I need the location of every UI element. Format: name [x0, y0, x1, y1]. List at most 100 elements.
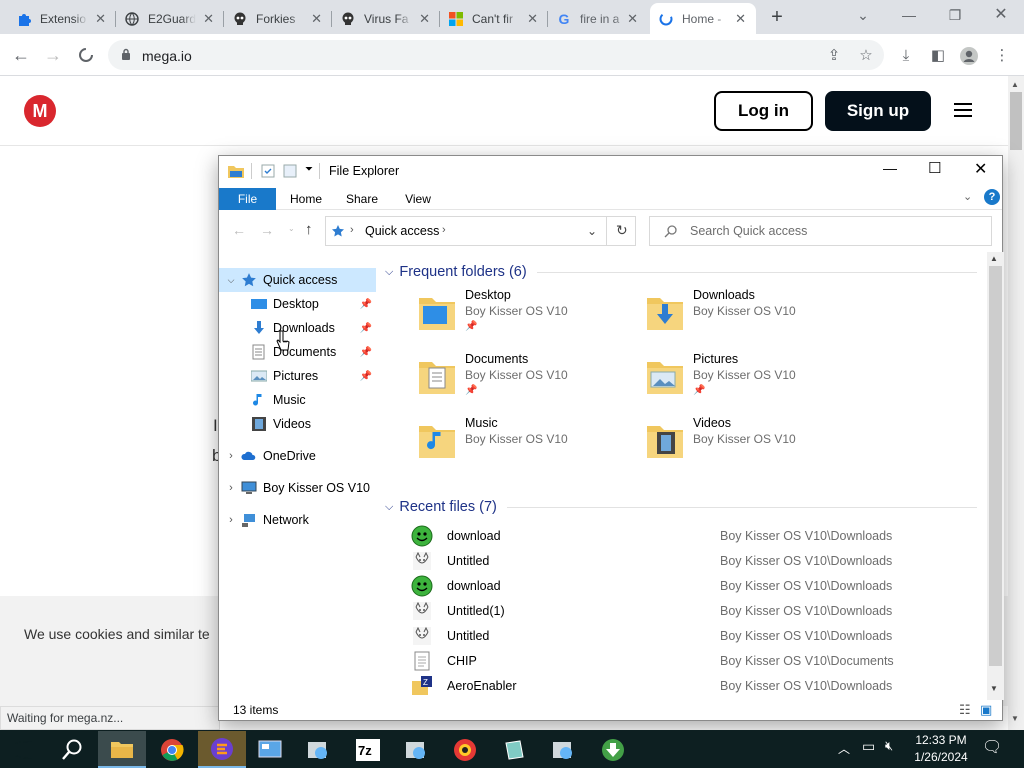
nav-music[interactable]: Music	[219, 388, 376, 412]
minimize-button[interactable]: —	[894, 4, 924, 28]
scroll-down-arrow[interactable]: ▼	[1011, 714, 1019, 723]
back-arrow-icon[interactable]: ←	[232, 222, 246, 238]
share-icon[interactable]: ⇪	[823, 45, 845, 67]
folder-tile-videos[interactable]: Videos Boy Kisser OS V10	[645, 416, 855, 476]
show-hidden-icons-icon[interactable]: ︿	[838, 740, 850, 757]
content-scroll-up-arrow[interactable]: ▲	[990, 254, 998, 263]
mega-logo[interactable]: M	[24, 95, 56, 127]
login-button[interactable]: Log in	[714, 91, 813, 131]
search-icon[interactable]	[48, 731, 96, 768]
nav-pictures[interactable]: Pictures 📌	[219, 364, 376, 388]
recent-file-row[interactable]: Untitled Boy Kisser OS V10\Downloads	[409, 549, 979, 574]
help-icon[interactable]: ?	[984, 189, 1000, 205]
nav-videos[interactable]: Videos	[219, 412, 376, 436]
folder-tile-desktop[interactable]: Desktop Boy Kisser OS V10 📌	[417, 288, 627, 348]
taskbar-clock[interactable]: 12:33 PM 1/26/2024	[906, 732, 976, 766]
folder-tile-downloads[interactable]: Downloads Boy Kisser OS V10	[645, 288, 855, 348]
ribbon-tab-file[interactable]: File	[219, 188, 276, 210]
nav-onedrive[interactable]: › OneDrive	[219, 444, 376, 468]
taskbar-downloader[interactable]	[589, 731, 637, 768]
lock-icon[interactable]	[121, 48, 131, 60]
nav-documents[interactable]: Documents 📌	[219, 340, 376, 364]
folder-tile-music[interactable]: Music Boy Kisser OS V10	[417, 416, 627, 476]
notification-center-icon[interactable]: 🗨︎	[982, 737, 1002, 757]
recent-file-row[interactable]: download Boy Kisser OS V10\Downloads	[409, 574, 979, 599]
scroll-up-arrow[interactable]: ▲	[1011, 80, 1019, 89]
hamburger-menu-icon[interactable]	[954, 103, 972, 117]
folder-tile-documents[interactable]: Documents Boy Kisser OS V10 📌	[417, 352, 627, 412]
bookmark-star-icon[interactable]: ☆	[855, 45, 877, 67]
profile-avatar[interactable]	[958, 45, 980, 67]
page-scrollbar-thumb[interactable]	[1010, 92, 1022, 150]
restore-button[interactable]: ❐	[940, 4, 970, 28]
new-tab-button[interactable]: +	[766, 6, 788, 28]
nav-this-pc[interactable]: › Boy Kisser OS V10	[219, 476, 376, 500]
close-tab-icon[interactable]: ✕	[527, 12, 538, 25]
breadcrumb-chevron-icon[interactable]: ›	[350, 224, 354, 236]
file-explorer-window[interactable]: ⏷ File Explorer — ☐ ✕ File Home Share Vi…	[218, 155, 1004, 721]
page-scrollbar[interactable]	[1008, 76, 1024, 730]
folder-tile-pictures[interactable]: Pictures Boy Kisser OS V10 📌	[645, 352, 855, 412]
close-tab-icon[interactable]: ✕	[95, 12, 106, 25]
tab-extensions[interactable]: Extensio ✕	[8, 3, 116, 34]
breadcrumb-chevron-icon[interactable]: ›	[442, 224, 446, 236]
nav-downloads[interactable]: Downloads 📌	[219, 316, 376, 340]
taskbar-chrome[interactable]	[148, 731, 196, 768]
nav-desktop[interactable]: Desktop 📌	[219, 292, 376, 316]
close-window-button[interactable]: ✕	[986, 4, 1016, 28]
explorer-search-box[interactable]: Search Quick access	[649, 216, 992, 246]
forward-arrow-icon[interactable]: →	[260, 222, 274, 238]
close-tab-icon[interactable]: ✕	[203, 12, 214, 25]
address-bar[interactable]	[108, 40, 884, 70]
taskbar-app-orb[interactable]	[441, 731, 489, 768]
taskbar-file-explorer[interactable]	[98, 731, 146, 768]
new-folder-icon[interactable]	[283, 164, 297, 178]
recent-file-row[interactable]: Z AeroEnabler Boy Kisser OS V10\Downloads	[409, 674, 979, 699]
close-tab-icon[interactable]: ✕	[735, 12, 746, 25]
volume-muted-icon[interactable]: 🔇︎	[885, 738, 893, 754]
nav-network[interactable]: › Network	[219, 508, 376, 532]
signup-button[interactable]: Sign up	[825, 91, 931, 131]
collapse-chevron-icon[interactable]: ⌵	[221, 275, 241, 286]
close-tab-icon[interactable]: ✕	[419, 12, 430, 25]
tab-virus[interactable]: Virus Fa ✕	[332, 3, 440, 34]
tab-search-icon[interactable]: ⌄	[848, 4, 878, 28]
tab-microsoft[interactable]: Can't fir ✕	[440, 3, 548, 34]
close-tab-icon[interactable]: ✕	[627, 12, 638, 25]
expand-chevron-icon[interactable]: ›	[221, 482, 241, 494]
tiles-view-icon[interactable]: ▣	[980, 702, 992, 718]
download-icon[interactable]: ⤓	[895, 45, 917, 67]
taskbar-app-notes[interactable]	[490, 731, 538, 768]
taskbar-control-panel[interactable]	[246, 731, 294, 768]
tab-google[interactable]: G fire in a ✕	[548, 3, 648, 34]
frequent-folders-header[interactable]: ⌵ Frequent folders (6)	[385, 264, 977, 280]
up-arrow-icon[interactable]: ↑	[305, 221, 313, 238]
details-view-icon[interactable]: ☷	[959, 702, 971, 718]
tab-e2guardian[interactable]: E2Guard ✕	[116, 3, 224, 34]
stop-loading-button[interactable]	[73, 42, 99, 68]
recent-files-header[interactable]: ⌵ Recent files (7)	[385, 499, 977, 515]
nav-quick-access[interactable]: ⌵ Quick access	[219, 268, 376, 292]
taskbar-installer[interactable]	[294, 731, 342, 768]
refresh-icon[interactable]: ↻	[616, 222, 628, 239]
explorer-title-bar[interactable]: ⏷ File Explorer — ☐ ✕	[219, 156, 1002, 186]
recent-file-row[interactable]: CHIP Boy Kisser OS V10\Documents	[409, 649, 979, 674]
expand-chevron-icon[interactable]: ›	[221, 450, 241, 462]
explorer-maximize-button[interactable]: ☐	[928, 159, 941, 177]
ribbon-tab-view[interactable]: View	[393, 188, 443, 210]
taskbar-7zip[interactable]: 7z	[344, 731, 392, 768]
recent-file-row[interactable]: download Boy Kisser OS V10\Downloads	[409, 524, 979, 549]
expand-ribbon-icon[interactable]: ⌄	[963, 190, 972, 203]
recent-locations-icon[interactable]: ⌄	[288, 224, 295, 233]
content-scrollbar-thumb[interactable]	[989, 266, 1002, 666]
taskbar-app-e[interactable]	[198, 731, 246, 768]
url-text[interactable]: mega.io	[142, 48, 192, 64]
breadcrumb-quick-access[interactable]: Quick access	[365, 224, 439, 238]
explorer-minimize-button[interactable]: —	[883, 160, 897, 176]
back-button[interactable]: ←	[8, 42, 34, 68]
taskbar-installer-2[interactable]	[392, 731, 440, 768]
ribbon-tab-share[interactable]: Share	[337, 188, 387, 210]
network-status-icon[interactable]: ▭	[862, 738, 875, 755]
tab-forkies[interactable]: Forkies ✕	[224, 3, 332, 34]
taskbar-installer-3[interactable]	[539, 731, 587, 768]
